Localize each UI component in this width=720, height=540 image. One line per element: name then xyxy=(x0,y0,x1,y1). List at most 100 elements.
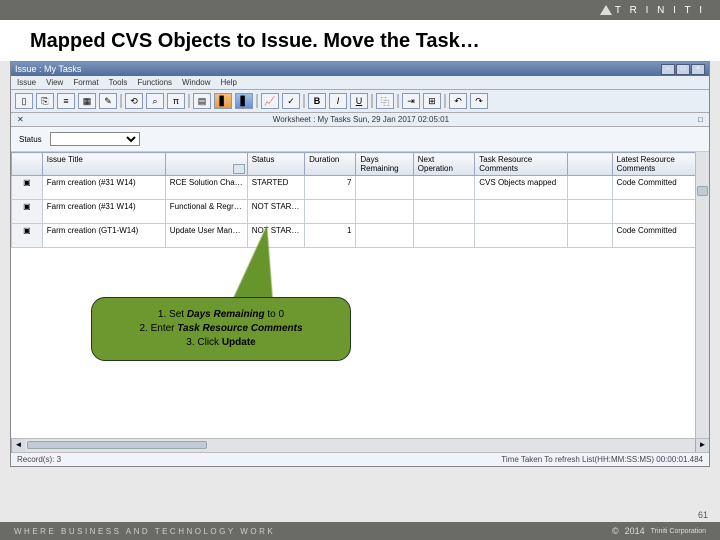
cell-days[interactable] xyxy=(356,224,413,248)
col-status[interactable]: Status xyxy=(247,153,304,176)
table-header-row: Issue Title Status Duration Days Remaini… xyxy=(12,153,709,176)
cell-c8[interactable] xyxy=(567,200,612,224)
cell-duration[interactable] xyxy=(305,200,356,224)
cell-c8[interactable] xyxy=(567,224,612,248)
toolbar-btn-7[interactable]: ⌕ xyxy=(146,93,164,109)
col-handle[interactable] xyxy=(12,153,43,176)
cell-status[interactable]: STARTED xyxy=(247,176,304,200)
row-handle[interactable]: ▣ xyxy=(12,200,43,224)
minimize-button[interactable]: – xyxy=(661,64,675,75)
window-max-icon[interactable]: □ xyxy=(698,115,703,124)
cell-status[interactable]: NOT STARTED xyxy=(247,200,304,224)
scroll-right-icon[interactable]: ► xyxy=(695,439,709,452)
table-row[interactable]: ▣ Farm creation (#31 W14) RCE Solution C… xyxy=(12,176,709,200)
toolbar-btn-8[interactable]: π xyxy=(167,93,185,109)
toolbar-btn-15[interactable]: ⇥ xyxy=(402,93,420,109)
toolbar-btn-17[interactable]: ↶ xyxy=(449,93,467,109)
cell-title[interactable]: Farm creation (#31 W14) xyxy=(42,176,165,200)
callout-line-3: 3. Click Update xyxy=(106,336,336,350)
menu-window[interactable]: Window xyxy=(182,78,210,87)
toolbar-btn-2[interactable]: ⎘ xyxy=(36,93,54,109)
window-titlebar: Issue : My Tasks – □ × xyxy=(11,62,709,76)
table-row[interactable]: ▣ Farm creation (GT1-W14) Update User Ma… xyxy=(12,224,709,248)
scroll-left-icon[interactable]: ◄ xyxy=(11,439,25,452)
cell-title[interactable]: Farm creation (#31 W14) xyxy=(42,200,165,224)
table-row[interactable]: ▣ Farm creation (#31 W14) Functional & R… xyxy=(12,200,709,224)
menu-bar: Issue View Format Tools Functions Window… xyxy=(11,76,709,90)
cell-next[interactable] xyxy=(413,176,475,200)
cell-duration[interactable]: 7 xyxy=(305,176,356,200)
menu-issue[interactable]: Issue xyxy=(17,78,36,87)
vertical-scrollbar[interactable] xyxy=(695,152,709,438)
timing-info: Time Taken To refresh List(HH:MM:SS:MS) … xyxy=(501,455,703,464)
status-select[interactable] xyxy=(50,132,140,146)
toolbar-btn-5[interactable]: ✎ xyxy=(99,93,117,109)
footer-year: 2014 xyxy=(625,526,645,536)
toolbar-sep xyxy=(120,94,122,108)
cell-trc[interactable]: CVS Objects mapped xyxy=(475,176,567,200)
cell-trc[interactable] xyxy=(475,224,567,248)
menu-functions[interactable]: Functions xyxy=(137,78,172,87)
menu-format[interactable]: Format xyxy=(73,78,98,87)
menu-help[interactable]: Help xyxy=(221,78,237,87)
status-bar: Record(s): 3 Time Taken To refresh List(… xyxy=(11,452,709,466)
cell-c2[interactable]: Functional & Regression Testing xyxy=(165,200,247,224)
toolbar-btn-bold[interactable]: B xyxy=(308,93,326,109)
toolbar-btn-3[interactable]: ≡ xyxy=(57,93,75,109)
cell-next[interactable] xyxy=(413,200,475,224)
toolbar-btn-16[interactable]: ⊞ xyxy=(423,93,441,109)
col-task-resource-comments[interactable]: Task Resource Comments xyxy=(475,153,567,176)
toolbar-sep xyxy=(397,94,399,108)
footer-tagline: WHERE BUSINESS AND TECHNOLOGY WORK xyxy=(14,527,275,536)
toolbar-btn-4[interactable]: ▦ xyxy=(78,93,96,109)
filter-bar: Status xyxy=(11,127,709,152)
app-window: Issue : My Tasks – □ × Issue View Format… xyxy=(10,61,710,467)
toolbar-btn-6[interactable]: ⟲ xyxy=(125,93,143,109)
row-handle[interactable]: ▣ xyxy=(12,224,43,248)
cell-title[interactable]: Farm creation (GT1-W14) xyxy=(42,224,165,248)
toolbar-btn-14[interactable]: ⿻ xyxy=(376,93,394,109)
close-icon[interactable]: ✕ xyxy=(17,115,24,124)
menu-view[interactable]: View xyxy=(46,78,63,87)
vscroll-thumb[interactable] xyxy=(697,186,708,196)
brand-logo: T R I N I T I xyxy=(600,5,705,16)
scroll-thumb[interactable] xyxy=(27,441,207,449)
cell-c8[interactable] xyxy=(567,176,612,200)
toolbar-btn-9[interactable]: ▤ xyxy=(193,93,211,109)
col-blank8[interactable] xyxy=(567,153,612,176)
toolbar-btn-under[interactable]: U xyxy=(350,93,368,109)
col-days-remaining[interactable]: Days Remaining xyxy=(356,153,413,176)
cell-c2[interactable]: RCE Solution Changes in CVS xyxy=(165,176,247,200)
toolbar-btn-13[interactable]: ✓ xyxy=(282,93,300,109)
col-issue-title[interactable]: Issue Title xyxy=(42,153,165,176)
toolbar-btn-18[interactable]: ↷ xyxy=(470,93,488,109)
row-handle[interactable]: ▣ xyxy=(12,176,43,200)
copyright-icon: © xyxy=(612,526,619,536)
cell-next[interactable] xyxy=(413,224,475,248)
toolbar-btn-1[interactable]: ▯ xyxy=(15,93,33,109)
record-count: Record(s): 3 xyxy=(17,455,61,464)
col-blank2[interactable] xyxy=(165,153,247,176)
cell-days[interactable] xyxy=(356,176,413,200)
window-title: Issue : My Tasks xyxy=(15,64,81,74)
toolbar-btn-11[interactable]: ▋ xyxy=(235,93,253,109)
maximize-button[interactable]: □ xyxy=(676,64,690,75)
horizontal-scrollbar[interactable]: ◄ ► xyxy=(11,438,709,452)
worksheet-title: Worksheet : My Tasks Sun, 29 Jan 2017 02… xyxy=(273,115,449,124)
sort-icon[interactable] xyxy=(233,164,245,174)
task-grid: Issue Title Status Duration Days Remaini… xyxy=(11,152,709,452)
col-next-op[interactable]: Next Operation xyxy=(413,153,475,176)
toolbar-sep xyxy=(256,94,258,108)
cell-duration[interactable]: 1 xyxy=(305,224,356,248)
toolbar-btn-10[interactable]: ▋ xyxy=(214,93,232,109)
callout-box: 1. Set Days Remaining to 0 2. Enter Task… xyxy=(91,297,351,361)
cell-trc[interactable] xyxy=(475,200,567,224)
col-duration[interactable]: Duration xyxy=(305,153,356,176)
cell-days[interactable] xyxy=(356,200,413,224)
toolbar-btn-12[interactable]: 📈 xyxy=(261,93,279,109)
toolbar-btn-italic[interactable]: I xyxy=(329,93,347,109)
scroll-track[interactable] xyxy=(25,439,695,452)
menu-tools[interactable]: Tools xyxy=(109,78,128,87)
toolbar: ▯ ⎘ ≡ ▦ ✎ ⟲ ⌕ π ▤ ▋ ▋ 📈 ✓ B I U ⿻ ⇥ ⊞ ↶ … xyxy=(11,90,709,113)
close-button[interactable]: × xyxy=(691,64,705,75)
